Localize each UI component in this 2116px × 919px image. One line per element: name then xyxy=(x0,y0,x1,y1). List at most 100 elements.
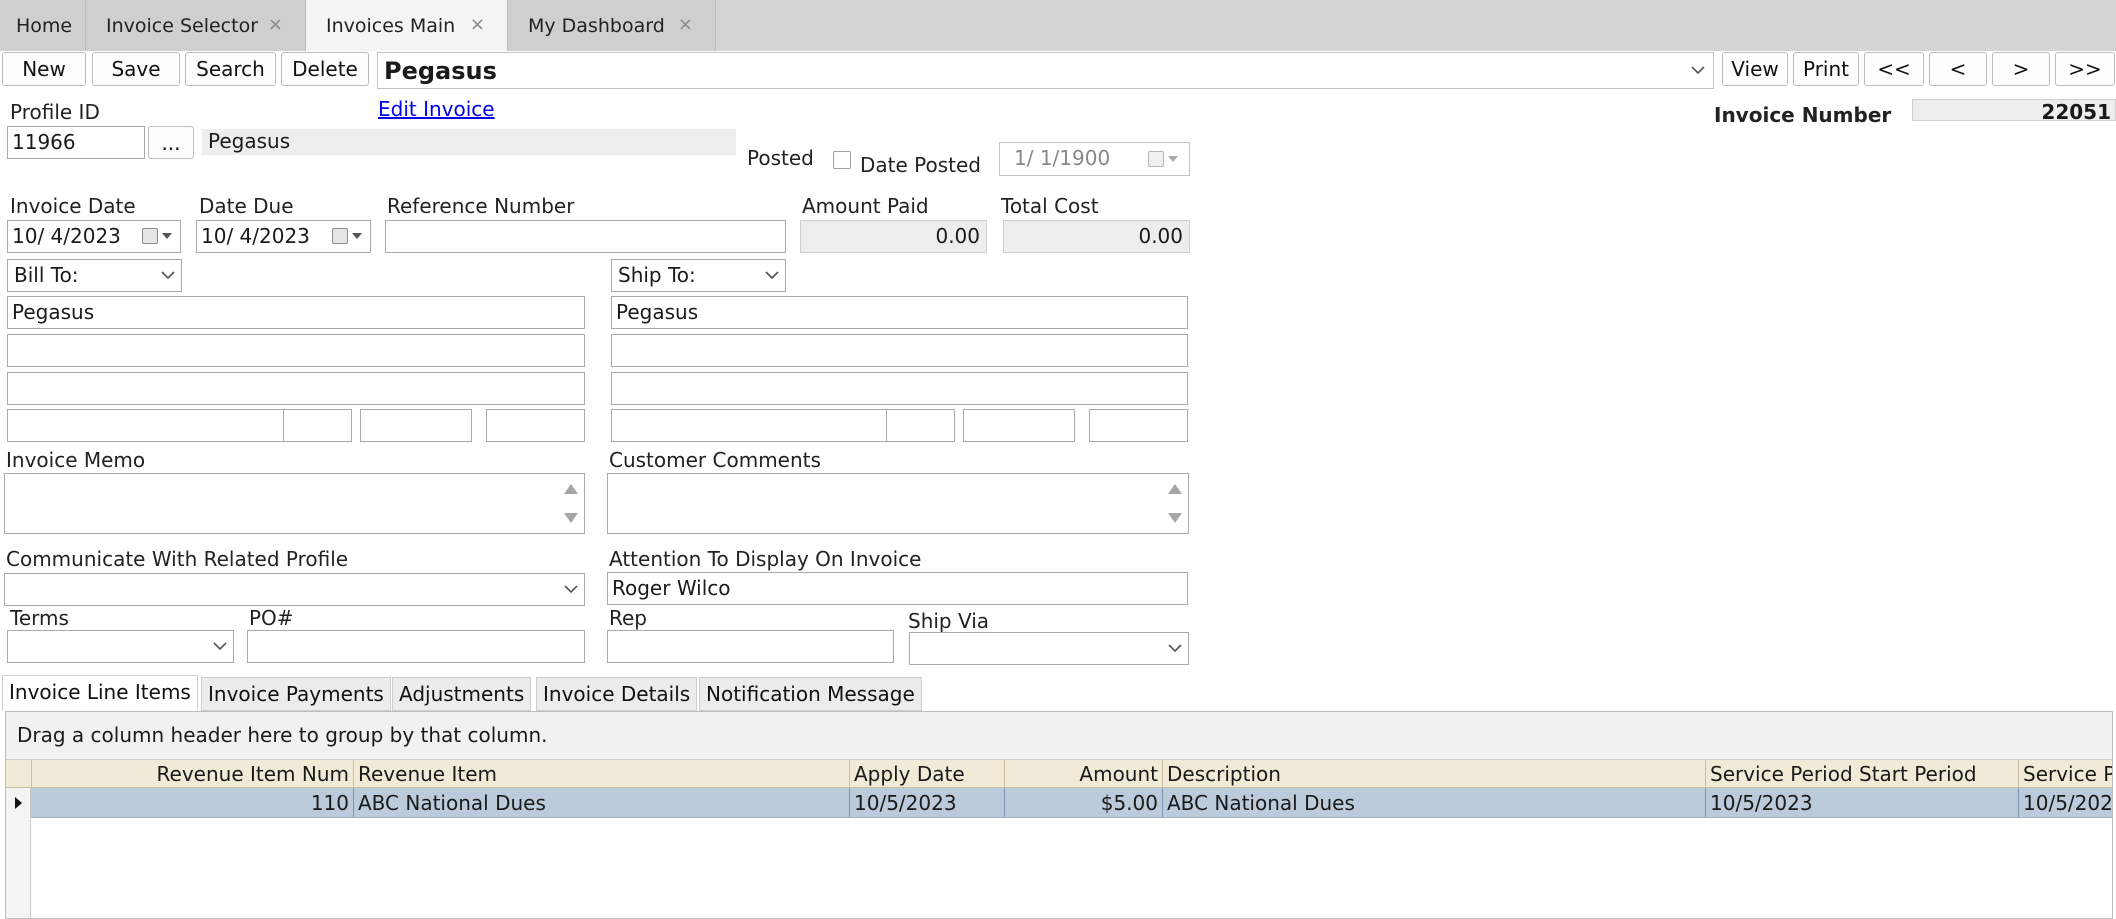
first-record-button[interactable]: << xyxy=(1864,52,1924,86)
related-profile-select[interactable] xyxy=(4,573,585,606)
column-header-revenue-item-num[interactable]: Revenue Item Num xyxy=(31,760,353,788)
column-header-description[interactable]: Description xyxy=(1162,760,1705,788)
bill-to-select-value: Bill To: xyxy=(14,263,79,287)
date-due-label: Date Due xyxy=(199,194,294,218)
attention-label: Attention To Display On Invoice xyxy=(609,547,922,571)
view-button[interactable]: View xyxy=(1722,52,1788,86)
cell-amount[interactable]: $5.00 xyxy=(1004,788,1162,817)
close-icon[interactable]: × xyxy=(268,14,283,35)
profile-name-display: Pegasus xyxy=(202,129,736,155)
ship-via-select[interactable] xyxy=(909,632,1189,665)
po-field[interactable] xyxy=(247,630,585,663)
invoice-date-label: Invoice Date xyxy=(10,194,136,218)
cell-revenue-item[interactable]: ABC National Dues xyxy=(353,788,849,817)
ship-to-state-field[interactable] xyxy=(886,409,955,442)
print-button[interactable]: Print xyxy=(1793,52,1859,86)
bill-to-zip-field[interactable] xyxy=(360,409,472,442)
ship-to-name-field[interactable]: Pegasus xyxy=(611,296,1188,329)
bill-to-name-field[interactable]: Pegasus xyxy=(7,296,585,329)
invoice-number-value: 22051 xyxy=(1912,99,2116,121)
date-due-value: 10/ 4/2023 xyxy=(201,224,310,248)
delete-button[interactable]: Delete xyxy=(281,52,369,86)
cell-service-period-start[interactable]: 10/5/2023 xyxy=(1705,788,2018,817)
customer-comments-textarea[interactable] xyxy=(607,473,1189,534)
line-items-grid: Drag a column header here to group by th… xyxy=(5,711,2113,919)
chevron-down-icon xyxy=(1168,643,1182,655)
profile-lookup-button[interactable]: ... xyxy=(148,126,194,159)
invoice-memo-textarea[interactable] xyxy=(4,473,585,534)
chevron-down-icon xyxy=(213,641,227,653)
chevron-down-icon xyxy=(161,270,175,282)
column-header-service-period-end[interactable]: Service Pe xyxy=(2018,760,2112,788)
group-by-area[interactable]: Drag a column header here to group by th… xyxy=(6,712,2112,760)
ship-to-select-value: Ship To: xyxy=(618,263,696,287)
tab-invoice-selector[interactable]: Invoice Selector × xyxy=(86,0,306,51)
new-button[interactable]: New xyxy=(2,52,86,86)
ship-to-country-field[interactable] xyxy=(1089,409,1188,442)
calendar-icon xyxy=(142,228,158,244)
invoice-date-value: 10/ 4/2023 xyxy=(12,224,121,248)
ship-to-city-field[interactable] xyxy=(611,409,887,442)
attention-field[interactable]: Roger Wilco xyxy=(607,572,1188,605)
tab-label: Invoice Selector xyxy=(106,14,259,37)
column-header-apply-date[interactable]: Apply Date xyxy=(849,760,1004,788)
tab-label: My Dashboard xyxy=(528,14,665,37)
ship-to-zip-field[interactable] xyxy=(963,409,1075,442)
scroll-down-icon[interactable] xyxy=(564,513,578,523)
tab-home[interactable]: Home xyxy=(0,0,86,51)
profile-id-field[interactable]: 11966 xyxy=(7,126,145,159)
date-due-field[interactable]: 10/ 4/2023 xyxy=(196,220,371,253)
scroll-up-icon[interactable] xyxy=(1168,484,1182,494)
ship-via-label: Ship Via xyxy=(908,609,990,633)
po-label: PO# xyxy=(249,606,294,630)
tab-invoices-main[interactable]: Invoices Main × xyxy=(306,0,508,51)
date-posted-value: 1/ 1/1900 xyxy=(1014,146,1111,170)
tab-label: Invoices Main xyxy=(326,14,456,37)
previous-record-button[interactable]: < xyxy=(1929,52,1987,86)
amount-paid-field: 0.00 xyxy=(800,220,987,253)
invoice-date-field[interactable]: 10/ 4/2023 xyxy=(7,220,181,253)
save-button[interactable]: Save xyxy=(92,52,180,86)
cell-revenue-item-num[interactable]: 110 xyxy=(31,788,353,817)
next-record-button[interactable]: > xyxy=(1992,52,2050,86)
close-icon[interactable]: × xyxy=(678,14,693,35)
ship-to-address1-field[interactable] xyxy=(611,334,1188,367)
cell-apply-date[interactable]: 10/5/2023 xyxy=(849,788,1004,817)
search-button[interactable]: Search xyxy=(185,52,276,86)
cell-service-period-end[interactable]: 10/5/202 xyxy=(2018,788,2112,817)
bill-to-city-field[interactable] xyxy=(7,409,284,442)
rep-field[interactable] xyxy=(607,630,894,663)
tab-invoice-line-items[interactable]: Invoice Line Items xyxy=(2,675,198,711)
terms-select[interactable] xyxy=(7,630,234,663)
close-icon[interactable]: × xyxy=(470,14,485,35)
column-header-revenue-item[interactable]: Revenue Item xyxy=(353,760,849,788)
tab-my-dashboard[interactable]: My Dashboard × xyxy=(508,0,716,51)
bill-to-country-field[interactable] xyxy=(486,409,585,442)
scroll-up-icon[interactable] xyxy=(564,484,578,494)
column-header-amount[interactable]: Amount xyxy=(1004,760,1162,788)
tab-invoice-payments[interactable]: Invoice Payments xyxy=(201,677,391,711)
tab-bar: Home Invoice Selector × Invoices Main × … xyxy=(0,0,2116,51)
reference-number-field[interactable] xyxy=(385,220,786,253)
posted-label: Posted xyxy=(747,146,814,170)
total-cost-field: 0.00 xyxy=(1003,220,1190,253)
tab-invoice-details[interactable]: Invoice Details xyxy=(536,677,698,711)
date-posted-field[interactable]: 1/ 1/1900 xyxy=(999,142,1190,176)
last-record-button[interactable]: >> xyxy=(2055,52,2115,86)
column-header-service-period-start[interactable]: Service Period Start Period xyxy=(1705,760,2018,788)
record-select[interactable]: Pegasus xyxy=(377,52,1714,89)
cell-description[interactable]: ABC National Dues xyxy=(1162,788,1705,817)
ship-to-select[interactable]: Ship To: xyxy=(611,259,786,292)
edit-invoice-link[interactable]: Edit Invoice xyxy=(378,97,495,121)
current-row-pointer-icon xyxy=(15,797,22,809)
tab-adjustments[interactable]: Adjustments xyxy=(392,677,532,711)
scroll-down-icon[interactable] xyxy=(1168,513,1182,523)
ship-to-address2-field[interactable] xyxy=(611,372,1188,405)
bill-to-select[interactable]: Bill To: xyxy=(7,259,182,292)
table-row[interactable]: 110 ABC National Dues 10/5/2023 $5.00 AB… xyxy=(31,788,2112,818)
bill-to-address1-field[interactable] xyxy=(7,334,585,367)
tab-notification-message[interactable]: Notification Message xyxy=(699,677,922,711)
posted-checkbox[interactable] xyxy=(833,151,851,169)
bill-to-state-field[interactable] xyxy=(283,409,352,442)
bill-to-address2-field[interactable] xyxy=(7,372,585,405)
